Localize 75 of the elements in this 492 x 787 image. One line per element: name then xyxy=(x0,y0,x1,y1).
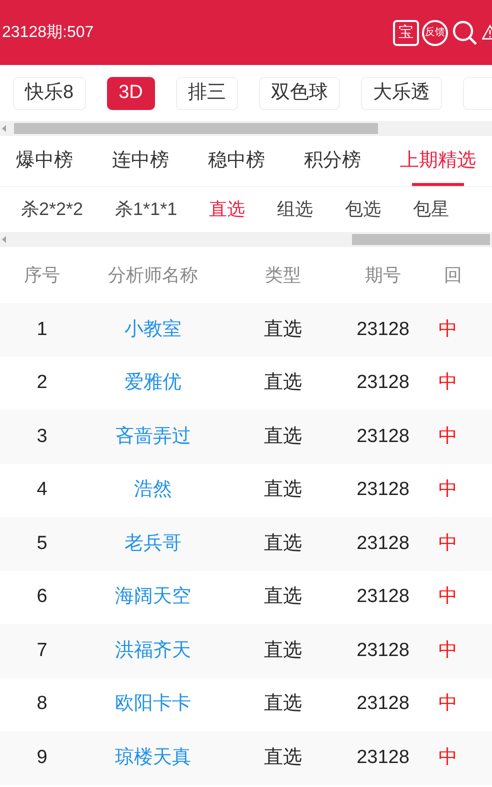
scrollbar[interactable] xyxy=(0,121,492,136)
issue-title: 23128期:507 xyxy=(2,22,95,42)
table-cell-text: 23128 xyxy=(356,746,410,770)
table-cell-text: 23128 xyxy=(356,371,410,395)
play-tab[interactable]: 组选 xyxy=(277,196,314,223)
table-cell-text: 7 xyxy=(36,638,48,662)
lottery-tab[interactable]: 3D xyxy=(106,76,155,110)
table-cell-text: 直选 xyxy=(264,532,302,556)
table-cell-text: 直选 xyxy=(264,478,302,502)
table-cell-text: 23128 xyxy=(356,532,410,556)
analyst-link[interactable]: 吝啬弄过 xyxy=(115,422,191,451)
table-cell-text: 23128 xyxy=(356,318,410,342)
lottery-tab[interactable]: 大乐透 xyxy=(360,76,442,110)
table-cell-text: 中 xyxy=(438,638,458,662)
table-cell-text: 中 xyxy=(438,532,458,556)
table-cell-text: 直选 xyxy=(264,746,302,770)
search-icon xyxy=(452,20,478,46)
analyst-link[interactable]: 老兵哥 xyxy=(124,530,182,558)
column-header: 回 xyxy=(444,264,462,287)
rank-tab[interactable]: 爆中榜 xyxy=(16,137,73,186)
table-cell-text: 4 xyxy=(36,478,48,502)
analyst-link[interactable]: 浩然 xyxy=(134,476,172,504)
analyst-link[interactable]: 琼楼天真 xyxy=(115,744,191,772)
lottery-tab[interactable]: 双色球 xyxy=(258,76,340,110)
column-header: 序号 xyxy=(24,264,60,287)
rank-tab[interactable]: 积分榜 xyxy=(304,137,361,186)
table-cell-text: 直选 xyxy=(264,318,302,342)
analyst-link[interactable]: 爱雅优 xyxy=(124,369,182,398)
rank-tab[interactable]: 稳中榜 xyxy=(208,137,265,186)
rank-tab[interactable]: 连中榜 xyxy=(112,137,169,186)
table-cell-text: 中 xyxy=(438,585,458,609)
table-cell-text: 23128 xyxy=(356,638,410,662)
table-cell-text: 中 xyxy=(438,692,458,716)
column-header: 分析师名称 xyxy=(108,264,198,287)
table-cell-text: 23128 xyxy=(356,478,410,502)
table-cell-text: 中 xyxy=(438,478,458,502)
lottery-tab[interactable]: 快乐8 xyxy=(13,76,86,110)
table-cell-text: 直选 xyxy=(264,585,302,609)
table-cell-text: 直选 xyxy=(264,424,302,448)
table-cell-text: 2 xyxy=(36,371,48,395)
column-header: 类型 xyxy=(265,264,301,287)
table-cell-text: 9 xyxy=(36,746,48,770)
table-cell-text: 23128 xyxy=(356,424,410,448)
table-cell-text: 中 xyxy=(438,318,458,342)
table-cell-text: 5 xyxy=(36,532,48,556)
table-cell-text: 中 xyxy=(438,371,458,395)
table-cell-text: 中 xyxy=(438,746,458,770)
analyst-link[interactable]: 洪福齐天 xyxy=(115,636,191,665)
table-cell-text: 中 xyxy=(438,424,458,448)
rank-tab[interactable]: 上期精选 xyxy=(400,137,476,186)
play-tab[interactable]: 包选 xyxy=(345,196,382,223)
analyst-link[interactable]: 海阔天空 xyxy=(115,583,191,612)
search-button[interactable] xyxy=(451,18,479,46)
analyst-link[interactable]: 小教室 xyxy=(124,316,182,344)
table-cell-text: 23128 xyxy=(356,585,410,609)
play-tab[interactable]: 杀2*2*2 xyxy=(21,196,84,223)
scroll-left-arrow-icon[interactable] xyxy=(2,236,7,243)
play-tab[interactable]: 直选 xyxy=(209,196,246,223)
table-cell-text: 1 xyxy=(36,318,48,342)
table-cell-text: 8 xyxy=(36,692,48,716)
column-header: 期号 xyxy=(365,264,401,287)
scrollbar[interactable] xyxy=(0,232,492,247)
table-cell-text: 23128 xyxy=(356,692,410,716)
treasure-button[interactable]: 宝 xyxy=(393,20,419,46)
table-cell-text: 6 xyxy=(36,585,48,609)
play-tab[interactable]: 杀1*1*1 xyxy=(115,196,178,223)
scroll-left-arrow-icon[interactable] xyxy=(2,125,7,132)
play-tab[interactable]: 包星 xyxy=(413,196,450,223)
analyst-link[interactable]: 欧阳卡卡 xyxy=(115,690,191,718)
lottery-tab[interactable]: 排三 xyxy=(176,76,238,110)
table-cell-text: 直选 xyxy=(264,692,302,716)
table-cell-text: 直选 xyxy=(264,371,302,395)
table-cell-text: 3 xyxy=(36,424,48,448)
table-cell-text: 直选 xyxy=(264,638,302,662)
feedback-button[interactable]: 反馈 xyxy=(422,20,448,46)
